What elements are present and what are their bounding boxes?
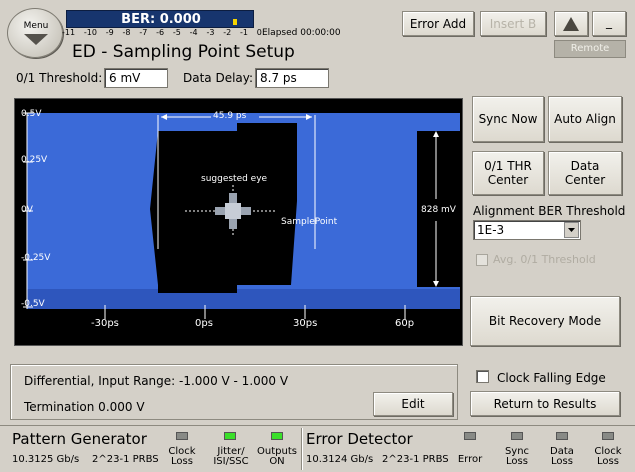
threshold-label: 0/1 Threshold: — [16, 71, 103, 85]
ed-data-loss-label: Data Loss — [550, 446, 574, 467]
warning-button[interactable] — [554, 11, 588, 36]
ed-pattern: 2^23-1 PRBS — [382, 454, 449, 465]
menu-label: Menu — [23, 21, 49, 31]
elapsed-time: Elapsed 00:00:00 — [262, 28, 341, 38]
scale-tick: -7 — [139, 28, 148, 37]
scale-tick: -4 — [189, 28, 198, 37]
pg-jitter-led — [224, 432, 236, 440]
x-tick-label: 60p — [395, 318, 415, 329]
pg-clock-loss-label: Clock Loss — [168, 446, 196, 467]
return-results-button[interactable]: Return to Results — [470, 391, 620, 416]
ber-marker — [233, 19, 237, 25]
minimize-label: _ — [606, 14, 612, 29]
ber-scale: -11 -10 -9 -8 -7 -6 -5 -4 -3 -2 -1 0 — [62, 28, 262, 40]
x-tick-label: -30ps — [91, 318, 119, 329]
threshold-field[interactable]: 6 mV — [104, 68, 168, 88]
y-tick-label: -0.25V — [21, 253, 51, 263]
scale-tick: -3 — [206, 28, 215, 37]
chevron-down-icon — [24, 34, 48, 45]
delay-field[interactable]: 8.7 ps — [255, 68, 329, 88]
ed-data-loss-led — [556, 432, 568, 440]
minimize-button[interactable]: _ — [592, 11, 626, 36]
pg-outputs-led — [271, 432, 283, 440]
remote-indicator: Remote — [554, 40, 626, 58]
delay-label: Data Delay: — [183, 71, 254, 85]
y-tick-label: 0.25V — [21, 155, 48, 165]
pg-rate: 10.3125 Gb/s — [12, 454, 80, 465]
menu-button[interactable]: Menu — [7, 8, 63, 58]
y-tick-label: 0.5V — [21, 109, 42, 119]
suggested-eye-label: suggested eye — [201, 174, 268, 184]
bit-recovery-button[interactable]: Bit Recovery Mode — [470, 296, 620, 346]
clock-falling-checkbox[interactable] — [476, 370, 489, 383]
y-tick-label: 0V — [21, 205, 33, 215]
status-divider — [301, 428, 303, 470]
edit-button[interactable]: Edit — [373, 392, 453, 416]
ed-title: Error Detector — [306, 430, 413, 448]
scale-tick: -5 — [172, 28, 181, 37]
eye-height-label: 828 mV — [421, 205, 456, 215]
termination-text: Termination 0.000 V — [24, 400, 145, 414]
dropdown-button[interactable] — [564, 222, 579, 238]
scale-tick: -1 — [240, 28, 248, 37]
eye-diagram[interactable] — [15, 99, 462, 345]
eye-diagram-panel: 0.5V 0.25V 0V -0.25V -0.5V -30ps 0ps 30p… — [14, 98, 463, 346]
clock-falling-label: Clock Falling Edge — [497, 371, 606, 385]
ed-error-label: Error — [457, 454, 483, 465]
pg-pattern: 2^23-1 PRBS — [92, 454, 159, 465]
avg-threshold-label: Avg. 0/1 Threshold — [493, 253, 596, 266]
ed-rate: 10.3124 Gb/s — [306, 454, 374, 465]
input-range-text: Differential, Input Range: -1.000 V - 1.… — [24, 374, 289, 388]
scale-tick: -11 — [62, 28, 76, 37]
pg-title: Pattern Generator — [12, 430, 147, 448]
scale-tick: -6 — [156, 28, 165, 37]
auto-align-button[interactable]: Auto Align — [548, 96, 622, 142]
ber-label: BER: 0.000 — [121, 12, 201, 27]
page-title: ED - Sampling Point Setup — [72, 42, 295, 62]
scale-tick: -8 — [122, 28, 131, 37]
x-tick-label: 0ps — [195, 318, 213, 329]
ed-error-led — [464, 432, 476, 440]
avg-threshold-checkbox[interactable] — [476, 254, 488, 266]
x-tick-label: 30ps — [293, 318, 318, 329]
scale-tick: -9 — [105, 28, 114, 37]
ber-threshold-value: 1E-3 — [477, 223, 505, 237]
pg-jitter-label: Jitter/ ISI/SSC — [213, 446, 249, 467]
error-add-button[interactable]: Error Add — [402, 11, 474, 36]
thr-center-button[interactable]: 0/1 THR Center — [472, 151, 544, 195]
data-center-button[interactable]: Data Center — [548, 151, 622, 195]
ber-display: BER: 0.000 — [66, 10, 254, 28]
pg-outputs-label: Outputs ON — [257, 446, 297, 467]
alignment-ber-label: Alignment BER Threshold — [473, 204, 626, 218]
ed-sync-loss-label: Sync Loss — [504, 446, 530, 467]
sample-point-label: SamplePoint — [281, 217, 338, 227]
eye-width-label: 45.9 ps — [213, 111, 247, 121]
scale-tick: -10 — [83, 28, 97, 37]
warning-icon — [563, 16, 579, 31]
chevron-down-icon — [568, 228, 575, 232]
ber-threshold-select[interactable]: 1E-3 — [473, 220, 581, 240]
y-tick-label: -0.5V — [21, 299, 45, 309]
ed-clock-loss-label: Clock Loss — [594, 446, 622, 467]
ed-clock-loss-led — [602, 432, 614, 440]
pg-clock-loss-led — [176, 432, 188, 440]
scale-tick: -2 — [223, 28, 232, 37]
insert-b-button[interactable]: Insert B — [480, 11, 546, 36]
sync-now-button[interactable]: Sync Now — [472, 96, 544, 142]
ed-sync-loss-led — [511, 432, 523, 440]
